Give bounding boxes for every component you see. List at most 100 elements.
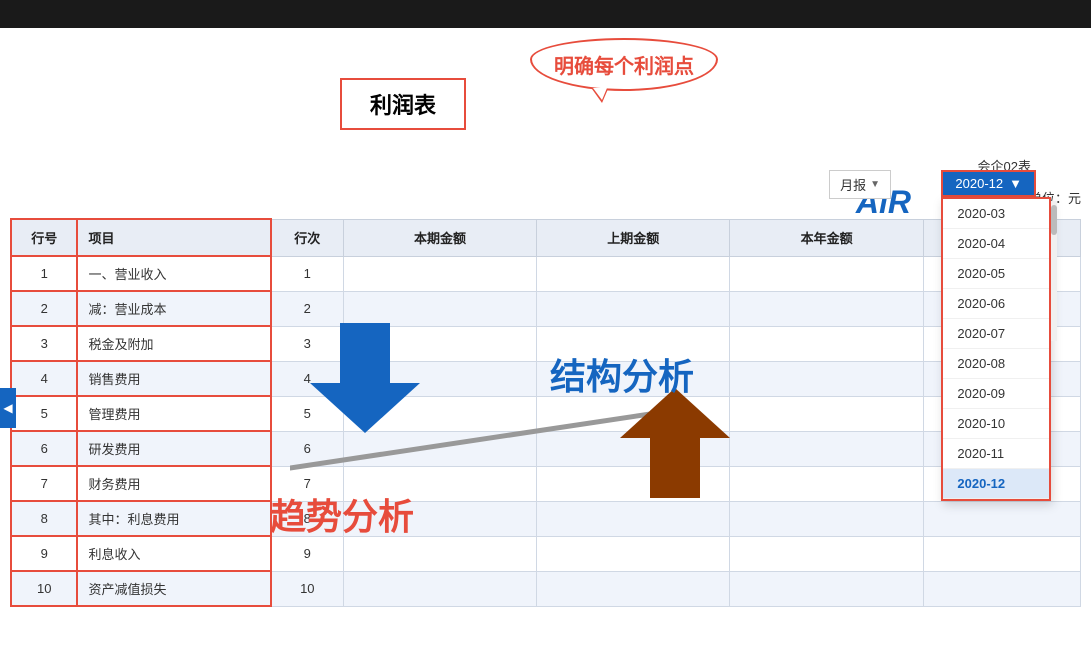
cell-ytd-amount	[730, 396, 923, 431]
dropdown-item-2020-11[interactable]: 2020-11	[943, 439, 1049, 469]
arrow-tip-blue	[310, 383, 420, 433]
qushi-text: 趋势分析	[270, 488, 414, 540]
cell-item: 其中：利息费用	[77, 501, 270, 536]
cell-lastyear-amount	[923, 571, 1080, 606]
dropdown-item-2020-12[interactable]: 2020-12	[943, 469, 1049, 499]
cell-prev-amount	[537, 291, 730, 326]
cell-prev-amount	[537, 256, 730, 291]
cell-row-num: 1	[11, 256, 77, 291]
header-item: 项目	[77, 219, 270, 256]
cell-ytd-amount	[730, 466, 923, 501]
cell-seq: 1	[271, 256, 344, 291]
cell-prev-amount	[537, 536, 730, 571]
dropdown-item-2020-06[interactable]: 2020-06	[943, 289, 1049, 319]
cell-lastyear-amount	[923, 536, 1080, 571]
cell-row-num: 6	[11, 431, 77, 466]
table-row: 10 资产减值损失 10	[11, 571, 1081, 606]
controls-row: 月报 ▼	[829, 170, 891, 199]
cell-item: 销售费用	[77, 361, 270, 396]
collapse-button[interactable]: ◀	[0, 388, 16, 428]
header-prev-amount: 上期金额	[537, 219, 730, 256]
table-row: 9 利息收入 9	[11, 536, 1081, 571]
cell-row-num: 2	[11, 291, 77, 326]
table-row: 8 其中：利息费用 8	[11, 501, 1081, 536]
scrollbar-track	[1051, 201, 1057, 341]
cell-row-num: 4	[11, 361, 77, 396]
header-ytd-amount: 本年金额	[730, 219, 923, 256]
dropdown-chevron: ▼	[1009, 176, 1022, 191]
period-dropdown-wrapper: 2020-12 ▼ 2020-03 2020-04 2020-05 2020-0…	[941, 170, 1036, 197]
dropdown-item-2020-08[interactable]: 2020-08	[943, 349, 1049, 379]
cell-cur-amount	[343, 571, 536, 606]
cell-prev-amount	[537, 501, 730, 536]
cell-ytd-amount	[730, 361, 923, 396]
jiegou-text: 结构分析	[550, 348, 694, 400]
dropdown-item-2020-09[interactable]: 2020-09	[943, 379, 1049, 409]
table-header-row: 行号 项目 行次 本期金额 上期金额 本年金额 上年金额	[11, 219, 1081, 256]
cell-row-num: 10	[11, 571, 77, 606]
top-bar	[0, 0, 1091, 28]
cell-item: 利息收入	[77, 536, 270, 571]
cell-ytd-amount	[730, 571, 923, 606]
header-cur-amount: 本期金额	[343, 219, 536, 256]
dropdown-item-2020-05[interactable]: 2020-05	[943, 259, 1049, 289]
period-type-label: 月报	[840, 175, 866, 194]
bubble-tail-inner	[593, 88, 607, 100]
cell-item: 资产减值损失	[77, 571, 270, 606]
header-row-num: 行号	[11, 219, 77, 256]
speech-bubble-content: 明确每个利润点	[530, 38, 718, 91]
cell-cur-amount	[343, 291, 536, 326]
cell-ytd-amount	[730, 326, 923, 361]
cell-lastyear-amount	[923, 501, 1080, 536]
cell-cur-amount	[343, 536, 536, 571]
arrow-down-blue-shape	[310, 323, 420, 433]
cell-row-num: 5	[11, 396, 77, 431]
cell-seq: 2	[271, 291, 344, 326]
cell-item: 一、营业收入	[77, 256, 270, 291]
main-area: 明确每个利润点 利润表 AiR 会企02表 单位：元 月报 ▼ 2020-12 …	[0, 28, 1091, 654]
table-row: 1 一、营业收入 1	[11, 256, 1081, 291]
cell-row-num: 9	[11, 536, 77, 571]
cell-ytd-amount	[730, 431, 923, 466]
cell-item: 研发费用	[77, 431, 270, 466]
cell-row-num: 8	[11, 501, 77, 536]
table-row: 2 减：营业成本 2	[11, 291, 1081, 326]
arrow-down-blue	[310, 323, 420, 433]
cell-item: 管理费用	[77, 396, 270, 431]
dropdown-item-2020-07[interactable]: 2020-07	[943, 319, 1049, 349]
table-row: 3 税金及附加 3	[11, 326, 1081, 361]
cell-row-num: 3	[11, 326, 77, 361]
dropdown-item-2020-03[interactable]: 2020-03	[943, 199, 1049, 229]
cell-cur-amount	[343, 256, 536, 291]
header-seq: 行次	[271, 219, 344, 256]
cell-item: 财务费用	[77, 466, 270, 501]
period-type-chevron: ▼	[870, 179, 880, 190]
period-dropdown-list: 2020-03 2020-04 2020-05 2020-06 2020-07 …	[941, 197, 1051, 501]
cell-prev-amount	[537, 571, 730, 606]
title-text: 利润表	[370, 93, 436, 118]
arrow-up-brown-shape	[620, 388, 730, 498]
cell-ytd-amount	[730, 291, 923, 326]
dropdown-item-2020-10[interactable]: 2020-10	[943, 409, 1049, 439]
arrow-rect-brown	[650, 438, 700, 498]
collapse-icon: ◀	[3, 401, 12, 415]
cell-ytd-amount	[730, 256, 923, 291]
cell-seq: 9	[271, 536, 344, 571]
cell-ytd-amount	[730, 501, 923, 536]
arrow-up-brown	[620, 388, 730, 498]
cell-row-num: 7	[11, 466, 77, 501]
bubble-text: 明确每个利润点	[554, 56, 694, 78]
cell-item: 税金及附加	[77, 326, 270, 361]
cell-item: 减：营业成本	[77, 291, 270, 326]
speech-bubble: 明确每个利润点	[530, 38, 718, 91]
period-dropdown-selected[interactable]: 2020-12 ▼	[941, 170, 1036, 197]
cell-ytd-amount	[730, 536, 923, 571]
cell-seq: 10	[271, 571, 344, 606]
table-row: 4 销售费用 4	[11, 361, 1081, 396]
selected-period-label: 2020-12	[955, 176, 1003, 191]
scrollbar-thumb[interactable]	[1051, 205, 1057, 235]
period-type-select[interactable]: 月报 ▼	[829, 170, 891, 199]
dropdown-item-2020-04[interactable]: 2020-04	[943, 229, 1049, 259]
arrow-rect-blue	[340, 323, 390, 383]
title-box: 利润表	[340, 78, 466, 130]
